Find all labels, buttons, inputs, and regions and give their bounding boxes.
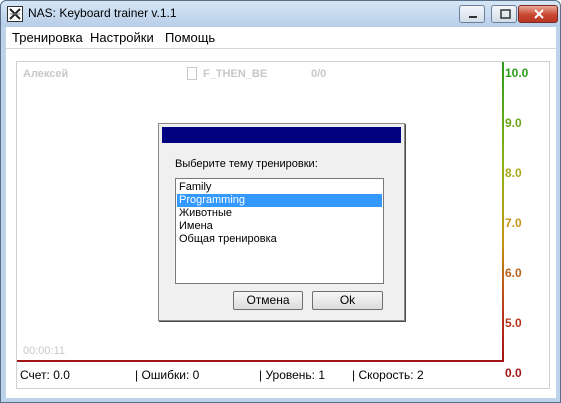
- maximize-button[interactable]: [491, 5, 517, 23]
- window-title: NAS: Keyboard trainer v.1.1: [28, 6, 177, 20]
- topic-listbox[interactable]: Family Programming Животные Имена Общая …: [175, 178, 384, 284]
- menu-help[interactable]: Помощь: [165, 30, 215, 45]
- speed-status: | Скорость: 2: [352, 368, 424, 382]
- topic-option-selected[interactable]: Programming: [177, 194, 382, 207]
- app-icon[interactable]: [7, 6, 23, 22]
- scale-label-5: 5.0: [505, 316, 522, 330]
- menu-settings[interactable]: Настройки: [90, 30, 154, 45]
- speed-scale-axis: [502, 62, 504, 362]
- errors-status: | Ошибки: 0: [135, 368, 200, 382]
- minimize-button[interactable]: [459, 5, 485, 23]
- close-button[interactable]: [518, 5, 558, 23]
- menu-bar: Тренировка Настройки Помощь: [6, 27, 556, 47]
- elapsed-timer: 00:00:11: [23, 345, 66, 357]
- user-name: Алексей: [23, 68, 69, 80]
- menu-training[interactable]: Тренировка: [12, 30, 83, 45]
- word-ratio: 0/0: [311, 68, 327, 80]
- status-bar: Счет: 0.0 | Ошибки: 0 | Уровень: 1 | Ско…: [20, 368, 550, 386]
- topic-option[interactable]: Family: [177, 181, 382, 194]
- app-window: NAS: Keyboard trainer v.1.1 Тренировка Н…: [0, 0, 561, 403]
- level-status: | Уровень: 1: [259, 368, 326, 382]
- ok-button[interactable]: Ok: [312, 291, 383, 310]
- cancel-button[interactable]: Отмена: [233, 291, 303, 310]
- current-word: F_THEN_BE: [203, 68, 268, 80]
- topic-option[interactable]: Имена: [177, 220, 382, 233]
- scale-label-9: 9.0: [505, 116, 522, 130]
- scale-label-7: 7.0: [505, 216, 522, 230]
- word-indicator-icon: [187, 67, 197, 80]
- topic-option[interactable]: Животные: [177, 207, 382, 220]
- menu-divider: [6, 48, 556, 49]
- score-status: Счет: 0.0: [20, 368, 70, 382]
- title-bar[interactable]: NAS: Keyboard trainer v.1.1: [1, 1, 560, 27]
- client-area: Тренировка Настройки Помощь Алексей F_TH…: [6, 27, 556, 398]
- dialog-title-bar[interactable]: [162, 127, 401, 143]
- scale-label-10: 10.0: [505, 66, 529, 80]
- scale-label-8: 8.0: [505, 166, 522, 180]
- topic-option[interactable]: Общая тренировка: [177, 233, 382, 246]
- topic-dialog: Выберите тему тренировки: Family Program…: [158, 123, 405, 321]
- dialog-prompt: Выберите тему тренировки:: [175, 158, 318, 170]
- baseline-axis: [17, 360, 504, 362]
- scale-label-6: 6.0: [505, 266, 522, 280]
